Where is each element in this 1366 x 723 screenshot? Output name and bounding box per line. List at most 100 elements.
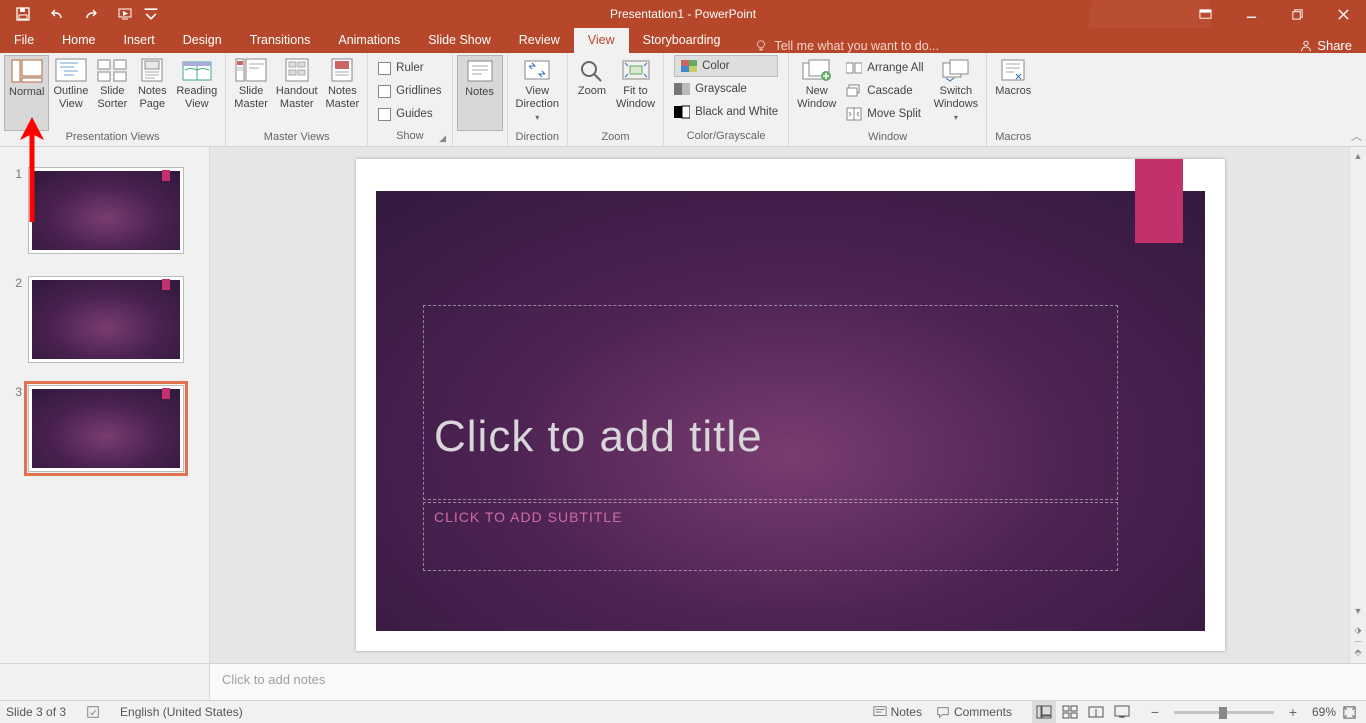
comments-status-button[interactable]: Comments — [930, 701, 1018, 723]
black-white-button[interactable]: Black and White — [674, 101, 778, 123]
new-window-button[interactable]: New Window — [793, 55, 840, 131]
handout-master-icon — [281, 57, 313, 83]
gridlines-checkbox[interactable]: Gridlines — [378, 80, 441, 102]
ribbon-tabs: File Home Insert Design Transitions Anim… — [0, 28, 1366, 53]
tab-slideshow[interactable]: Slide Show — [414, 28, 505, 53]
zoom-out-button[interactable]: − — [1146, 704, 1164, 720]
prev-slide-button[interactable]: ⬗ — [1355, 625, 1362, 636]
notes-row: Click to add notes — [0, 663, 1366, 700]
reading-view-status-button[interactable] — [1084, 701, 1108, 723]
view-direction-button[interactable]: View Direction ▾ — [512, 55, 563, 131]
tab-view[interactable]: View — [574, 28, 629, 53]
tab-design[interactable]: Design — [169, 28, 236, 53]
redo-button[interactable] — [74, 0, 108, 28]
main-area: 1 2 3 Click to add title CLICK TO A — [0, 147, 1366, 663]
slide-canvas-viewport[interactable]: Click to add title CLICK TO ADD SUBTITLE — [210, 147, 1348, 663]
slide-indicator[interactable]: Slide 3 of 3 — [6, 705, 66, 719]
move-split-button[interactable]: Move Split — [846, 103, 923, 125]
notes-icon — [873, 705, 887, 719]
notes-left-gutter — [0, 663, 210, 700]
notes-status-button[interactable]: Notes — [867, 701, 928, 723]
normal-view-button[interactable]: Normal — [4, 55, 49, 131]
fit-to-window-status-button[interactable] — [1338, 705, 1360, 720]
undo-button[interactable] — [40, 0, 74, 28]
arrange-all-icon — [846, 60, 862, 76]
sorter-view-status-button[interactable] — [1058, 701, 1082, 723]
color-button[interactable]: Color — [674, 55, 778, 77]
outline-view-icon — [55, 57, 87, 83]
customize-qat-button[interactable] — [142, 0, 160, 28]
ruler-checkbox[interactable]: Ruler — [378, 57, 441, 79]
slideshow-status-button[interactable] — [1110, 701, 1134, 723]
zoom-slider-thumb[interactable] — [1219, 707, 1227, 719]
grayscale-button[interactable]: Grayscale — [674, 78, 778, 100]
slide-editor: Click to add title CLICK TO ADD SUBTITLE… — [210, 147, 1366, 663]
slide-thumbnail-2[interactable] — [28, 276, 184, 363]
switch-windows-button[interactable]: Switch Windows ▾ — [930, 55, 983, 131]
ribbon-display-options-button[interactable] — [1182, 0, 1228, 28]
direction-icon — [521, 57, 553, 83]
slide-canvas[interactable]: Click to add title CLICK TO ADD SUBTITLE — [356, 159, 1225, 651]
guides-checkbox[interactable]: Guides — [378, 103, 441, 125]
save-button[interactable] — [6, 0, 40, 28]
slide-thumbnail-3[interactable] — [28, 385, 184, 472]
zoom-slider[interactable] — [1174, 711, 1274, 714]
group-zoom: Zoom Fit to Window Zoom — [568, 53, 664, 146]
tab-storyboarding[interactable]: Storyboarding — [629, 28, 735, 53]
scroll-down-icon[interactable]: ▼ — [1350, 602, 1366, 619]
minimize-button[interactable] — [1228, 0, 1274, 28]
cascade-button[interactable]: Cascade — [846, 80, 923, 102]
zoom-in-button[interactable]: + — [1284, 704, 1302, 720]
start-from-beginning-button[interactable] — [108, 0, 142, 28]
macros-button[interactable]: Macros — [991, 55, 1035, 131]
grayscale-swatch-icon — [674, 81, 690, 97]
notes-icon — [464, 58, 496, 84]
zoom-percent[interactable]: 69% — [1312, 705, 1336, 719]
normal-view-status-button[interactable] — [1032, 701, 1056, 723]
restore-button[interactable] — [1274, 0, 1320, 28]
vertical-scrollbar[interactable]: ▲ ▼ ⬗ — ⬘ — [1349, 147, 1366, 663]
bw-swatch-icon — [674, 104, 690, 120]
tab-insert[interactable]: Insert — [110, 28, 169, 53]
share-button[interactable]: Share — [1291, 38, 1366, 53]
title-placeholder[interactable]: Click to add title — [423, 305, 1118, 500]
handout-master-button[interactable]: Handout Master — [272, 55, 322, 131]
dropdown-icon: ▾ — [535, 111, 539, 124]
group-presentation-views: Normal Outline View Slide Sorter Notes P… — [0, 53, 226, 146]
tab-review[interactable]: Review — [505, 28, 574, 53]
scroll-up-icon[interactable]: ▲ — [1350, 147, 1366, 164]
slide-thumbnail-pane[interactable]: 1 2 3 — [0, 147, 210, 663]
fit-to-window-button[interactable]: Fit to Window — [612, 55, 659, 131]
normal-view-icon — [11, 58, 43, 84]
zoom-icon — [576, 57, 608, 83]
group-window: New Window Arrange All Cascade Move Spli… — [789, 53, 987, 146]
notes-page-button[interactable]: Notes Page — [132, 55, 172, 131]
tell-me-placeholder: Tell me what you want to do... — [774, 39, 939, 53]
status-bar: Slide 3 of 3 English (United States) Not… — [0, 700, 1366, 723]
dropdown-icon: ▾ — [954, 111, 958, 124]
notes-toggle-button[interactable]: Notes — [457, 55, 503, 131]
slide-master-button[interactable]: Slide Master — [230, 55, 272, 131]
collapse-ribbon-button[interactable]: ︿ — [1351, 128, 1362, 144]
subtitle-placeholder[interactable]: CLICK TO ADD SUBTITLE — [423, 502, 1118, 571]
language-indicator[interactable]: English (United States) — [120, 705, 243, 719]
slide-thumbnail-1[interactable] — [28, 167, 184, 254]
next-slide-button[interactable]: ⬘ — [1355, 647, 1362, 658]
tab-animations[interactable]: Animations — [324, 28, 414, 53]
tab-home[interactable]: Home — [48, 28, 109, 53]
group-label: Master Views — [226, 131, 367, 146]
tab-transitions[interactable]: Transitions — [236, 28, 325, 53]
tab-file[interactable]: File — [0, 28, 48, 53]
zoom-button[interactable]: Zoom — [572, 55, 612, 131]
spellcheck-button[interactable] — [80, 701, 106, 723]
tell-me-search[interactable]: Tell me what you want to do... — [754, 39, 939, 53]
arrange-all-button[interactable]: Arrange All — [846, 57, 923, 79]
outline-view-button[interactable]: Outline View — [49, 55, 92, 131]
dialog-launcher-icon[interactable]: ◢ — [436, 132, 450, 146]
close-button[interactable] — [1320, 0, 1366, 28]
reading-view-button[interactable]: Reading View — [172, 55, 221, 131]
thumbnail-number: 1 — [10, 167, 22, 181]
notes-pane[interactable]: Click to add notes — [210, 663, 1366, 700]
notes-master-button[interactable]: Notes Master — [322, 55, 364, 131]
slide-sorter-button[interactable]: Slide Sorter — [92, 55, 132, 131]
